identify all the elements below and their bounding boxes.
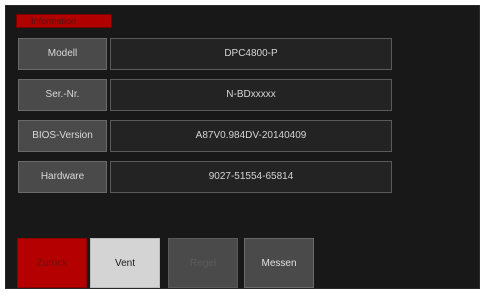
info-row-modell: Modell DPC4800-P bbox=[18, 38, 392, 70]
info-value: DPC4800-P bbox=[110, 38, 392, 70]
info-label: Hardware bbox=[18, 161, 107, 193]
info-row-serial: Ser.-Nr. N-BDxxxxx bbox=[18, 79, 392, 111]
messen-button[interactable]: Messen bbox=[244, 238, 314, 288]
page-title: Information bbox=[16, 14, 112, 28]
info-value: N-BDxxxxx bbox=[110, 79, 392, 111]
regel-button[interactable]: Regel bbox=[168, 238, 238, 288]
back-button[interactable]: Zurück bbox=[17, 238, 87, 288]
vent-button[interactable]: Vent bbox=[90, 238, 160, 288]
info-label: Modell bbox=[18, 38, 107, 70]
info-label: BIOS-Version bbox=[18, 120, 107, 152]
info-label: Ser.-Nr. bbox=[18, 79, 107, 111]
info-value: 9027-51554-65814 bbox=[110, 161, 392, 193]
info-row-hardware: Hardware 9027-51554-65814 bbox=[18, 161, 392, 193]
info-value: A87V0.984DV-20140409 bbox=[110, 120, 392, 152]
info-row-bios: BIOS-Version A87V0.984DV-20140409 bbox=[18, 120, 392, 152]
info-screen: Information Modell DPC4800-P Ser.-Nr. N-… bbox=[5, 5, 480, 289]
